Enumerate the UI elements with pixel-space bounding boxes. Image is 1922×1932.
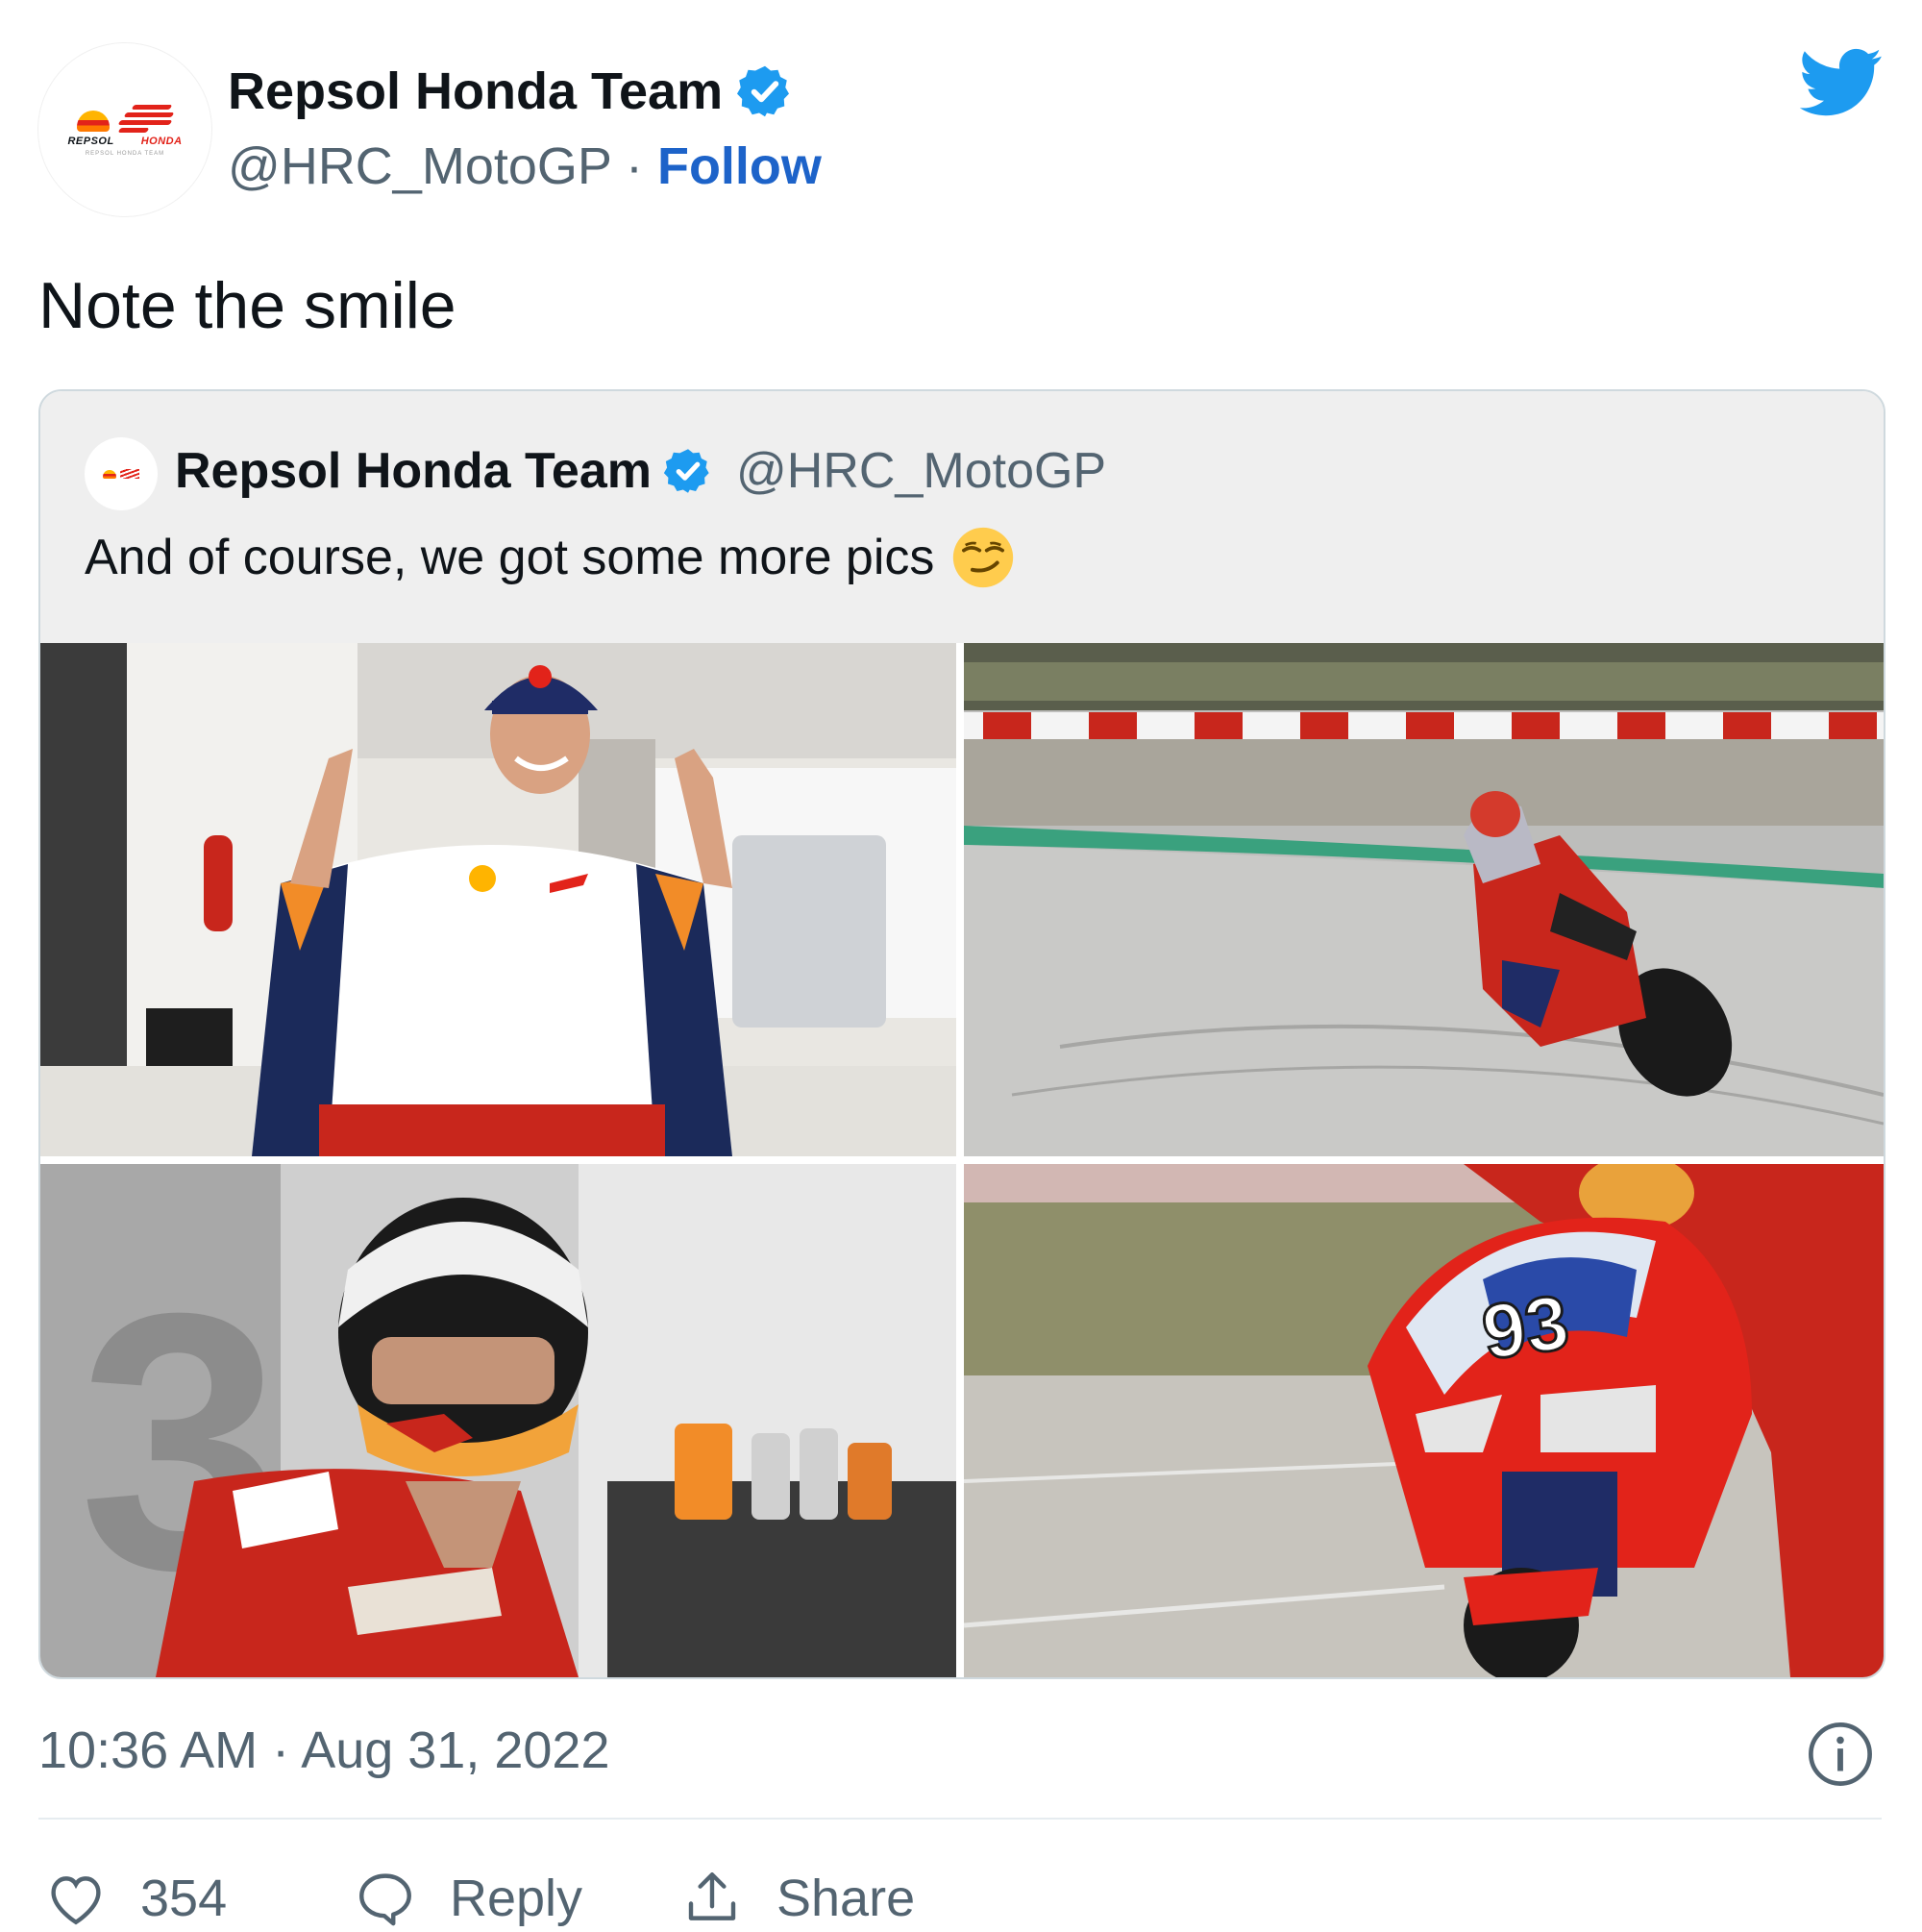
quoted-tweet-card[interactable]: Repsol Honda Team @HRC_MotoGP And of cou… [38, 389, 1885, 1679]
author-avatar[interactable]: REPSOL HONDA REPSOL HONDA TEAM [38, 43, 211, 216]
bike-cornering-on-track-photo[interactable] [964, 643, 1884, 1156]
author-handle-row: @HRC_MotoGP · Follow [228, 135, 822, 198]
quoted-author-name: Repsol Honda Team [175, 443, 653, 499]
reply-label: Reply [450, 1870, 583, 1927]
quoted-tweet-text: And of course, we got some more pics [85, 530, 935, 585]
reply-button[interactable]: Reply [354, 1865, 582, 1932]
footer-divider [38, 1818, 1882, 1820]
quoted-author-row: Repsol Honda Team @HRC_MotoGP [175, 439, 1106, 503]
avatar-brand-left: REPSOL [67, 136, 114, 147]
repsol-honda-logo [77, 103, 175, 133]
tweet-time: 10:36 AM [38, 1721, 259, 1779]
share-upload-icon [688, 1872, 736, 1920]
avatar-brand-right: HONDA [140, 136, 183, 147]
bike-racing-number: 93 [1477, 1278, 1574, 1375]
share-label: Share [776, 1870, 916, 1927]
verified-badge-icon [737, 65, 790, 117]
author-name-row[interactable]: Repsol Honda Team [228, 60, 794, 123]
verified-badge-icon [663, 449, 709, 493]
info-icon[interactable] [1807, 1721, 1874, 1788]
repsol-logo-icon [77, 111, 110, 132]
handle-separator: · [625, 137, 643, 195]
heart-icon [51, 1876, 101, 1925]
tweet-date: Aug 31, 2022 [301, 1721, 610, 1779]
tweet-text: Note the smile [38, 269, 456, 342]
twitter-bird-icon[interactable] [1799, 48, 1884, 117]
honda-wing-icon [120, 469, 139, 479]
author-name[interactable]: Repsol Honda Team [228, 60, 723, 123]
quoted-author-avatar [85, 437, 158, 510]
bike-front-number-93-photo[interactable]: 93 [964, 1164, 1884, 1677]
timestamp-separator: · [272, 1721, 290, 1779]
track-kerb [964, 712, 1884, 739]
honda-wing-icon [117, 103, 175, 133]
like-button[interactable]: 354 [44, 1865, 227, 1932]
rider-putting-on-helmet-photo[interactable]: 3 [40, 1164, 956, 1677]
quoted-tweet-header: Repsol Honda Team @HRC_MotoGP And of cou… [40, 391, 1884, 643]
smirking-face-icon [953, 527, 1014, 588]
quoted-tweet-text-row: And of course, we got some more pics [85, 526, 1015, 589]
quoted-author-handle: @HRC_MotoGP [736, 443, 1107, 499]
author-handle[interactable]: @HRC_MotoGP [228, 137, 611, 195]
avatar-brand-sub: REPSOL HONDA TEAM [85, 151, 165, 157]
repsol-logo-icon [103, 470, 116, 479]
share-button[interactable]: Share [680, 1865, 915, 1932]
tweet-timestamp[interactable]: 10:36 AM · Aug 31, 2022 [38, 1719, 609, 1782]
follow-button[interactable]: Follow [657, 137, 822, 195]
reply-bubble-icon [359, 1873, 411, 1926]
like-count: 354 [140, 1870, 228, 1927]
rider-in-garage-photo[interactable] [40, 643, 956, 1156]
